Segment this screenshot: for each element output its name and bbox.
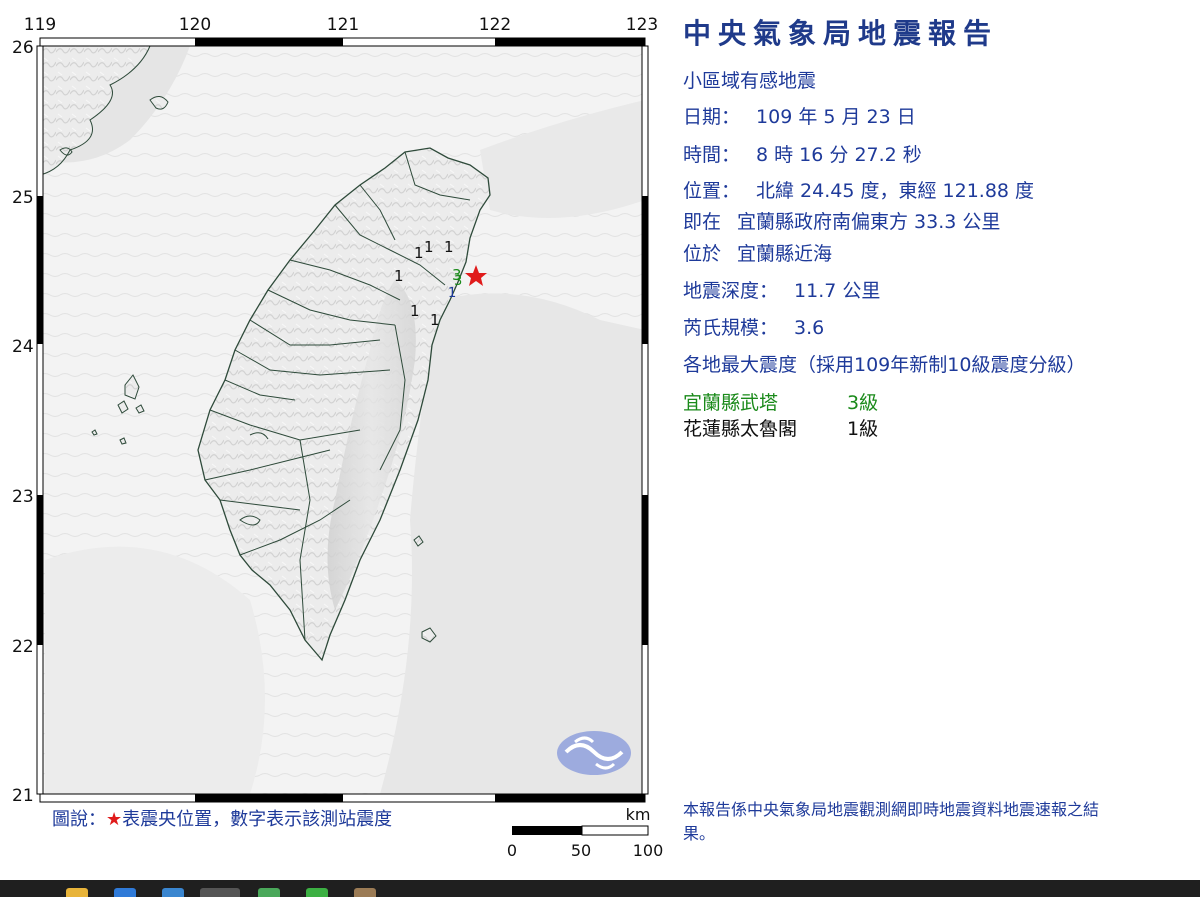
lat-label: 26 xyxy=(12,38,34,58)
intensity-level: 3級 xyxy=(847,392,879,414)
magnitude-row: 芮氏規模： 3.6 xyxy=(683,313,824,340)
time-row: 時間： 8 時 16 分 27.2 秒 xyxy=(683,140,922,167)
station-mark: 1 xyxy=(448,286,456,301)
depth-label: 地震深度： xyxy=(683,280,779,302)
map-legend: 圖說：★表震央位置，數字表示該測站震度 xyxy=(52,809,393,830)
area-value: 宜蘭縣近海 xyxy=(737,243,833,265)
scale-label: 50 xyxy=(571,841,591,860)
station-mark: 1 xyxy=(410,302,420,320)
area-row: 位於 宜蘭縣近海 xyxy=(683,239,832,266)
intensity-level: 1級 xyxy=(847,418,879,440)
relative-label: 即在 xyxy=(683,211,722,233)
station-mark: 1 xyxy=(444,238,454,256)
scale-unit: km xyxy=(626,805,651,824)
paint-icon[interactable] xyxy=(354,888,376,897)
report-footer: 本報告係中央氣象局地震觀測網即時地震資料地震速報之結果。 xyxy=(683,800,1100,843)
earthquake-map: 119 120 121 122 123 26 25 24 23 22 21 1 … xyxy=(12,15,664,860)
scale-bar-light xyxy=(581,825,649,836)
location-row: 位置： 北緯 24.45 度，東經 121.88 度 xyxy=(683,176,1034,203)
scale-label: 0 xyxy=(507,841,517,860)
station-mark: 1 xyxy=(414,244,424,262)
relative-value: 宜蘭縣政府南偏東方 33.3 公里 xyxy=(737,211,1001,233)
lon-label: 122 xyxy=(479,15,511,35)
lon-label: 123 xyxy=(626,15,658,35)
report-type: 小區域有感地震 xyxy=(683,70,817,92)
intensity-place: 花蓮縣太魯閣 xyxy=(683,418,798,440)
lat-label: 25 xyxy=(12,188,34,208)
report-title: 中央氣象局地震報告 xyxy=(683,17,999,50)
line-icon[interactable] xyxy=(306,888,328,897)
time-label: 時間： xyxy=(683,144,741,166)
area-label: 位於 xyxy=(683,243,722,265)
scale-bar-dark xyxy=(512,826,582,835)
station-mark: 1 xyxy=(430,311,440,329)
chrome-icon[interactable] xyxy=(200,888,240,897)
folder-icon[interactable] xyxy=(66,888,88,897)
intensity-place: 宜蘭縣武塔 xyxy=(683,392,779,414)
lon-label: 120 xyxy=(179,15,211,35)
lat-label: 24 xyxy=(12,337,34,357)
intensity-row: 宜蘭縣武塔 3級 xyxy=(683,388,878,415)
lat-label: 22 xyxy=(12,637,34,657)
intensity-row: 花蓮縣太魯閣 1級 xyxy=(683,414,878,441)
station-mark: 1 xyxy=(424,238,434,256)
time-value: 8 時 16 分 27.2 秒 xyxy=(756,144,922,166)
date-value: 109 年 5 月 23 日 xyxy=(756,106,916,128)
location-label: 位置： xyxy=(683,180,741,202)
chrome-alt-icon[interactable] xyxy=(258,888,280,897)
location-value: 北緯 24.45 度，東經 121.88 度 xyxy=(756,180,1035,202)
scale-label: 100 xyxy=(633,841,664,860)
station-mark: 1 xyxy=(394,267,404,285)
app-icon[interactable] xyxy=(162,888,184,897)
depth-value: 11.7 公里 xyxy=(794,280,881,302)
lat-label: 23 xyxy=(12,487,34,507)
date-row: 日期： 109 年 5 月 23 日 xyxy=(683,102,916,129)
lon-label: 119 xyxy=(24,15,56,35)
magnitude-value: 3.6 xyxy=(794,317,825,339)
intensity-header: 各地最大震度（採用109年新制10級震度分級） xyxy=(683,354,1086,376)
lon-label: 121 xyxy=(327,15,359,35)
lat-label: 21 xyxy=(12,786,34,806)
depth-row: 地震深度： 11.7 公里 xyxy=(683,276,880,303)
date-label: 日期： xyxy=(683,106,741,128)
relative-row: 即在 宜蘭縣政府南偏東方 33.3 公里 xyxy=(683,207,1000,234)
edge-icon[interactable] xyxy=(114,888,136,897)
magnitude-label: 芮氏規模： xyxy=(683,317,779,339)
cwb-logo-icon xyxy=(557,731,631,775)
